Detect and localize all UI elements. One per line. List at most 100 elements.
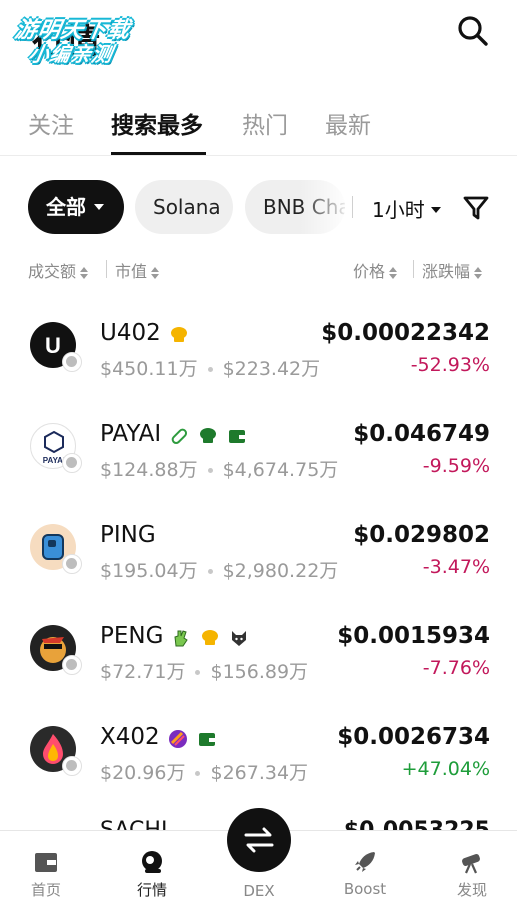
solana-chain-badge-icon (62, 756, 82, 776)
sort-volume[interactable]: 成交额 (28, 258, 89, 282)
token-price: $0.046749 (353, 421, 490, 447)
chip-solana[interactable]: Solana (135, 180, 233, 234)
token-volume-mcap: $20.96万 $267.34万 (100, 758, 308, 785)
filter-icon[interactable] (462, 194, 490, 222)
sort-price[interactable]: 价格 (353, 258, 398, 282)
token-tags (169, 426, 251, 446)
token-mcap: $223.42万 (222, 358, 321, 380)
wolf-icon (229, 628, 249, 648)
wallet-icon (197, 729, 217, 749)
chip-all[interactable]: 全部 (28, 180, 124, 234)
separator-dot (207, 367, 213, 372)
nav-home[interactable]: 首页 (1, 831, 91, 902)
token-mcap: $2,980.22万 (222, 560, 339, 582)
chevron-down-icon (94, 204, 104, 210)
watermark-line-2: 小编亲测 (26, 42, 115, 66)
token-symbol: U402 (100, 320, 161, 346)
token-mcap: $4,674.75万 (222, 459, 339, 481)
tab-follow[interactable]: 关注 (28, 106, 74, 140)
token-price: $0.00022342 (321, 320, 490, 346)
token-tags (171, 628, 253, 648)
token-row[interactable]: PAYAI PAYAI $124.88万 $4,674.75万 $0.046749… (0, 393, 517, 494)
nav-home-label: 首页 (30, 881, 61, 899)
token-symbol: X402 (100, 724, 160, 750)
token-volume: $72.71万 (100, 661, 186, 683)
separator-dot (207, 468, 213, 473)
separator-dot (207, 569, 213, 574)
token-symbol: PING (100, 522, 156, 548)
bnb-chain-badge-icon (62, 352, 82, 372)
token-change: -52.93% (410, 354, 490, 376)
chef-hat-icon (198, 426, 218, 446)
tab-newest[interactable]: 最新 (325, 106, 371, 140)
divider (352, 196, 353, 218)
column-mcap-label: 市值 (115, 262, 148, 281)
token-volume-mcap: $124.88万 $4,674.75万 (100, 455, 338, 482)
token-volume-mcap: $72.71万 $156.89万 (100, 657, 308, 684)
token-volume: $450.11万 (100, 358, 198, 380)
solana-chain-badge-icon (62, 453, 82, 473)
dex-swap-button[interactable] (227, 808, 291, 872)
sort-icon (474, 266, 483, 279)
separator-dot (195, 670, 201, 675)
gradient-circle-icon (168, 729, 188, 749)
sort-icon (151, 266, 160, 279)
token-volume: $195.04万 (100, 560, 198, 582)
column-volume-label: 成交额 (28, 262, 77, 281)
category-tabs: 关注 搜索最多 热门 最新 (0, 100, 517, 156)
chevron-down-icon (430, 207, 441, 213)
swap-icon (243, 824, 275, 856)
chef-hat-icon (169, 325, 189, 345)
header: 行情 游明天下载 小编亲测 (0, 0, 517, 80)
sort-icon (80, 266, 89, 279)
search-icon[interactable] (456, 14, 490, 48)
market-icon (139, 849, 165, 875)
nav-discover-label: 发现 (456, 881, 487, 899)
sort-mcap[interactable]: 市值 (115, 258, 160, 282)
token-row[interactable]: X402 $20.96万 $267.34万 $0.0026734 +47.04% (0, 696, 517, 797)
token-symbol: PAYAI (100, 421, 162, 447)
time-range-select[interactable]: 1小时 (372, 194, 441, 223)
hand-icon (171, 628, 191, 648)
token-tags (169, 325, 193, 345)
token-mcap: $267.34万 (210, 762, 309, 784)
chip-scroll-fade (300, 180, 350, 234)
token-row[interactable]: PENG $72.71万 $156.89万 $0.0015934 -7.76% (0, 595, 517, 696)
column-headers: 成交额 市值 价格 涨跌幅 (0, 258, 517, 282)
sort-change[interactable]: 涨跌幅 (422, 258, 483, 282)
time-range-label: 1小时 (372, 198, 425, 222)
svg-text:U: U (45, 333, 61, 358)
nav-market-label: 行情 (136, 881, 167, 899)
token-change: -3.47% (422, 556, 490, 578)
bnb-chain-badge-icon (62, 655, 82, 675)
token-volume-mcap: $195.04万 $2,980.22万 (100, 556, 338, 583)
column-price-label: 价格 (353, 262, 386, 281)
nav-discover[interactable]: 发现 (427, 831, 517, 902)
nav-market[interactable]: 行情 (107, 831, 197, 902)
chef-hat-icon (200, 628, 220, 648)
token-price: $0.0015934 (337, 623, 490, 649)
tab-hot[interactable]: 热门 (242, 106, 288, 140)
token-volume-mcap: $450.11万 $223.42万 (100, 354, 320, 381)
wallet-icon (227, 426, 247, 446)
home-icon (33, 849, 59, 875)
token-row[interactable]: U U402 $450.11万 $223.42万 $0.00022342 -52.… (0, 292, 517, 393)
token-volume: $20.96万 (100, 762, 186, 784)
pill-icon (169, 426, 189, 446)
nav-boost-label: Boost (343, 880, 387, 898)
tab-most-searched[interactable]: 搜索最多 (111, 106, 203, 140)
token-price: $0.0026734 (337, 724, 490, 750)
chip-all-label: 全部 (46, 195, 86, 219)
column-change-label: 涨跌幅 (422, 262, 471, 281)
filter-bar: 全部 Solana BNB Chain 1小时 (0, 180, 517, 234)
divider (413, 260, 414, 278)
separator-dot (195, 771, 201, 776)
token-change: +47.04% (401, 758, 490, 780)
watermark-logo: 游明天下载 小编亲测 (9, 10, 154, 66)
active-tab-indicator (111, 152, 206, 155)
token-row[interactable]: PING $195.04万 $2,980.22万 $0.029802 -3.47% (0, 494, 517, 595)
rocket-icon (352, 849, 378, 875)
token-price: $0.029802 (353, 522, 490, 548)
nav-boost[interactable]: Boost (320, 831, 410, 902)
telescope-icon (459, 849, 485, 875)
